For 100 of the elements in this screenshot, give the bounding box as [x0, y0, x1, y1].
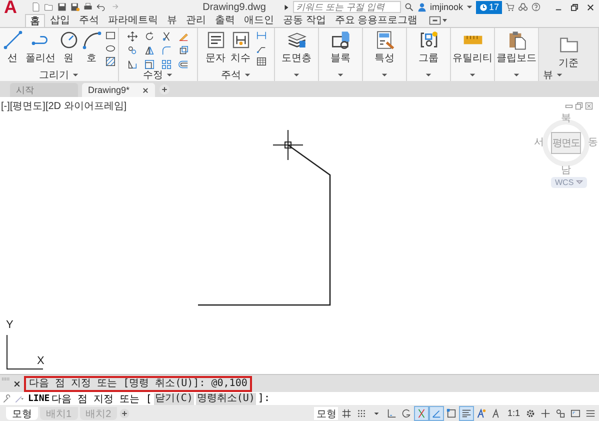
move-icon[interactable] — [127, 31, 138, 42]
annotation-scale-button[interactable]: 1:1 — [505, 408, 522, 418]
cart-icon[interactable] — [505, 2, 515, 12]
close-icon[interactable] — [142, 86, 149, 94]
caret-icon[interactable] — [293, 72, 300, 79]
new-file-icon[interactable] — [31, 2, 41, 12]
mirror-icon[interactable] — [144, 45, 155, 56]
new-tab-icon[interactable] — [158, 84, 170, 94]
caret-icon[interactable] — [166, 72, 173, 79]
binoculars-icon[interactable] — [518, 2, 528, 12]
selection-cycling-icon[interactable] — [445, 406, 458, 420]
ribbon-tab[interactable]: 뷰 — [163, 14, 181, 27]
caret-icon[interactable] — [466, 4, 473, 10]
caret-icon[interactable] — [513, 72, 520, 79]
scale-icon[interactable] — [144, 59, 155, 70]
ribbon-tool-button[interactable]: 폴리선 — [26, 30, 56, 64]
grid-icon[interactable] — [340, 406, 354, 420]
ribbon-tab[interactable]: 파라메트릭 — [104, 14, 162, 27]
lineweight-icon[interactable] — [460, 406, 474, 420]
wrench-icon[interactable] — [2, 394, 12, 404]
caret-icon[interactable] — [556, 72, 563, 79]
hatch-tool-icon[interactable] — [104, 56, 116, 67]
user-name[interactable]: imjinook — [430, 2, 463, 12]
ribbon-tool-button[interactable]: 기준 — [558, 35, 578, 69]
array-icon[interactable] — [161, 59, 172, 70]
command-option[interactable]: 명령취소(U) — [196, 392, 256, 404]
caret-icon[interactable] — [72, 72, 79, 79]
plus-icon[interactable] — [539, 406, 552, 420]
offset-icon[interactable] — [178, 59, 189, 70]
command-history: 다음 점 지정 또는 [명령 취소(U)]: @0,100 — [24, 376, 252, 392]
search-icon[interactable] — [404, 2, 414, 12]
ribbon-tool-button[interactable]: 문자 — [206, 30, 226, 64]
panel-title[interactable]: 뷰 — [543, 70, 553, 81]
ribbon-tool-button[interactable]: 호 — [82, 30, 102, 64]
units-icon[interactable] — [554, 406, 567, 420]
copy-icon[interactable] — [127, 45, 138, 56]
ortho-icon[interactable] — [385, 406, 398, 420]
close-icon[interactable] — [13, 380, 21, 388]
caret-icon[interactable] — [244, 72, 251, 79]
annotation-visibility-icon[interactable] — [475, 406, 488, 420]
panel-title[interactable]: 주석 — [221, 70, 241, 81]
group-icon — [418, 30, 438, 50]
ribbon-tab[interactable]: 공동 작업 — [279, 14, 330, 27]
caret-icon[interactable] — [381, 72, 388, 79]
open-folder-icon[interactable] — [44, 2, 54, 12]
ribbon-tab[interactable]: 애드인 — [240, 14, 278, 27]
trim-icon[interactable] — [161, 31, 172, 42]
document-title: Drawing9.dwg — [202, 2, 267, 12]
panel-title[interactable]: 수정 — [143, 70, 163, 81]
dynamic-input-icon[interactable] — [430, 406, 444, 420]
app-logo[interactable]: A — [4, 0, 24, 14]
ribbon-options-icon[interactable] — [428, 16, 447, 25]
axis-label: Y — [6, 319, 14, 331]
panel-title[interactable]: 그리기 — [39, 70, 69, 81]
rectangle-tool-icon[interactable] — [104, 30, 116, 41]
undo-icon[interactable] — [96, 2, 106, 12]
restore-icon[interactable] — [570, 2, 579, 12]
erase-icon[interactable] — [178, 31, 189, 42]
maximize-icon[interactable] — [585, 102, 593, 110]
crosshair-cursor — [273, 130, 303, 160]
object-snap-tracking-icon[interactable] — [415, 406, 428, 420]
help-icon[interactable] — [531, 2, 541, 12]
stretch-icon[interactable] — [127, 59, 138, 70]
notification-button[interactable]: 17 — [476, 0, 502, 14]
fillet-icon[interactable] — [161, 45, 172, 56]
ribbon-tool-button[interactable]: 원 — [58, 30, 78, 64]
ribbon-tab[interactable]: 주요 응용프로그램 — [330, 14, 422, 27]
viewport-label[interactable]: [-][평면도][2D 와이어프레임] — [1, 99, 127, 113]
search-field[interactable]: 키워드 또는 구절 입력 — [292, 1, 401, 13]
ellipse-tool-icon[interactable] — [104, 43, 116, 54]
ribbon-tool-button[interactable]: 치수 — [230, 30, 250, 64]
printer-icon[interactable] — [83, 2, 93, 12]
user-icon[interactable] — [416, 2, 427, 12]
view-base-icon — [558, 35, 578, 55]
ribbon-tab[interactable]: 주석 — [75, 14, 103, 27]
block-icon — [330, 30, 350, 50]
close-icon[interactable] — [586, 2, 595, 12]
expand-icon[interactable] — [282, 4, 290, 10]
rotate-icon[interactable] — [144, 31, 155, 42]
caret-icon[interactable] — [425, 72, 432, 79]
file-tab[interactable]: Drawing9* — [82, 83, 155, 97]
ribbon-tab[interactable]: 출력 — [211, 14, 239, 27]
ribbon-tool-button[interactable]: 선 — [2, 30, 22, 64]
linear-dimension-icon[interactable] — [256, 30, 266, 41]
ribbon-tab[interactable]: 삽입 — [46, 14, 74, 27]
table-icon[interactable] — [256, 56, 266, 67]
ribbon-tab[interactable]: 관리 — [182, 14, 210, 27]
save-as-icon[interactable] — [70, 2, 80, 12]
caret-icon[interactable] — [337, 72, 344, 79]
new-layout-icon[interactable] — [119, 408, 130, 418]
explode-icon[interactable] — [178, 45, 189, 56]
grip-icon[interactable] — [2, 376, 10, 380]
layout-tab[interactable]: 모형 — [6, 406, 38, 420]
command-prompt: 다음 점 지정 또는 [ — [52, 392, 152, 406]
command-name: LINE — [28, 394, 50, 404]
ribbon-tab[interactable]: 홈 — [25, 14, 45, 27]
save-icon[interactable] — [57, 2, 67, 12]
command-option[interactable]: 닫기(C) — [154, 392, 194, 404]
model-space-button[interactable]: 모형 — [314, 406, 338, 420]
caret-icon[interactable] — [469, 72, 476, 79]
